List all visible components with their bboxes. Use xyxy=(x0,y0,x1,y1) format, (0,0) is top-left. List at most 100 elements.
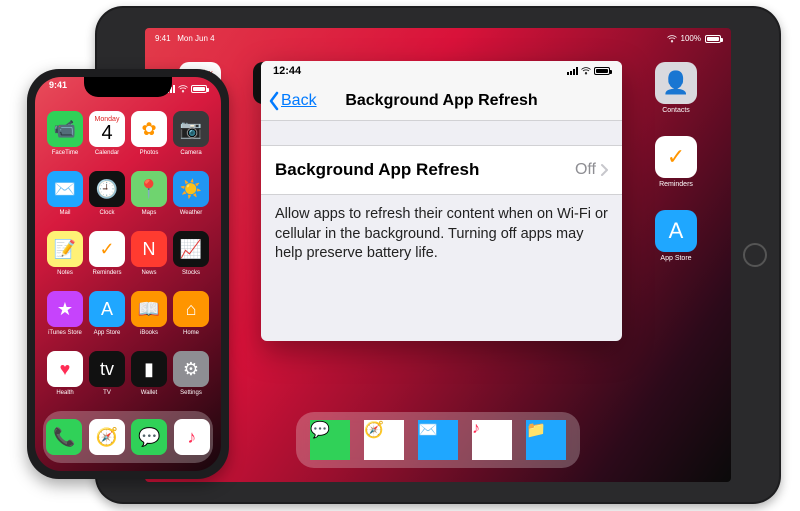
app-calendar[interactable]: Monday4 Calendar xyxy=(87,111,127,165)
app-label: Calendar xyxy=(95,150,119,156)
row-label: Background App Refresh xyxy=(275,160,479,180)
app-facetime[interactable]: 📹FaceTime xyxy=(45,111,85,165)
app-label: iBooks xyxy=(140,330,158,336)
app-contacts[interactable]: 👤 Contacts xyxy=(647,62,705,126)
app-label: Home xyxy=(183,330,199,336)
dock-app[interactable]: 💬 xyxy=(310,420,350,460)
app-ibooks[interactable]: 📖 iBooks xyxy=(129,291,169,345)
app-tile: ♥ xyxy=(47,351,83,387)
app-label: Settings xyxy=(180,390,202,396)
setting-description: Allow apps to refresh their content when… xyxy=(261,195,622,274)
ipad-status-left: 9:41 Mon Jun 4 xyxy=(155,34,215,43)
app-tv[interactable]: tvTV xyxy=(87,351,127,405)
dock-app[interactable]: 🧭 xyxy=(89,419,125,455)
ipad-app-grid-right: 👤 Contacts ✓Reminders A App Store xyxy=(647,62,705,274)
app-label: Mail xyxy=(59,210,70,216)
app-tile: ✉️ xyxy=(47,171,83,207)
background-app-refresh-row[interactable]: Background App Refresh Off xyxy=(261,145,622,195)
iphone-screen: 9:41 📹FaceTimeMonday4 Calendar ✿Photos📷 Cam… xyxy=(35,77,221,471)
dock-app[interactable]: 💬 xyxy=(131,419,167,455)
app-wallet[interactable]: ▮ Wallet xyxy=(129,351,169,405)
app-health[interactable]: ♥ Health xyxy=(45,351,85,405)
app-tile: ⚙ xyxy=(173,351,209,387)
app-news[interactable]: N News xyxy=(129,231,169,285)
app-notes[interactable]: 📝 Notes xyxy=(45,231,85,285)
app-label: Contacts xyxy=(662,107,690,114)
app-label: App Store xyxy=(660,255,691,262)
app-settings[interactable]: ⚙ Settings xyxy=(171,351,211,405)
back-label: Back xyxy=(281,92,317,110)
app-tile: A xyxy=(655,210,697,252)
app-clock[interactable]: 🕘 Clock xyxy=(87,171,127,225)
app-label: FaceTime xyxy=(52,150,78,156)
settings-popover: 12:44 Back Background App Refresh Backgr… xyxy=(261,61,622,341)
ipad-status-bar: 9:41 Mon Jun 4 100% xyxy=(145,28,731,46)
app-tile: 📍 xyxy=(131,171,167,207)
app-label: App Store xyxy=(94,330,121,336)
app-app-store[interactable]: A App Store xyxy=(87,291,127,345)
ipad-date: Mon Jun 4 xyxy=(177,34,214,43)
row-value: Off xyxy=(575,161,596,179)
popover-time: 12:44 xyxy=(273,65,301,77)
app-tile: A xyxy=(89,291,125,327)
app-label: Maps xyxy=(142,210,157,216)
app-tile: 👤 xyxy=(655,62,697,104)
app-home[interactable]: ⌂ Home xyxy=(171,291,211,345)
app-tile: 📷 xyxy=(173,111,209,147)
app-tile: 📈 xyxy=(173,231,209,267)
dock-app[interactable]: 📁 xyxy=(526,420,566,460)
row-value-container: Off xyxy=(575,161,608,179)
app-stocks[interactable]: 📈 Stocks xyxy=(171,231,211,285)
app-label: Wallet xyxy=(141,390,157,396)
app-tile: N xyxy=(131,231,167,267)
app-label: Notes xyxy=(57,270,73,276)
iphone-dock: 📞🧭💬♪ xyxy=(43,411,213,463)
app-label: Stocks xyxy=(182,270,200,276)
app-tile: Monday4 xyxy=(89,111,125,147)
app-tile: 🕘 xyxy=(89,171,125,207)
app-camera[interactable]: 📷 Camera xyxy=(171,111,211,165)
app-reminders[interactable]: ✓Reminders xyxy=(87,231,127,285)
dock-app[interactable]: 📞 xyxy=(46,419,82,455)
ipad-dock: 💬 🧭 ✉️ ♪ 📁 xyxy=(296,412,580,468)
iphone-time: 9:41 xyxy=(49,80,67,98)
app-itunes-store[interactable]: ★ iTunes Store xyxy=(45,291,85,345)
back-button[interactable]: Back xyxy=(261,91,317,111)
dock-app[interactable]: ✉️ xyxy=(418,420,458,460)
dock-app[interactable]: ♪ xyxy=(174,419,210,455)
app-label: News xyxy=(141,270,156,276)
app-photos[interactable]: ✿Photos xyxy=(129,111,169,165)
app-label: Clock xyxy=(99,210,114,216)
app-tile: ⌂ xyxy=(173,291,209,327)
dock-app[interactable]: 🧭 xyxy=(364,420,404,460)
app-label: TV xyxy=(103,390,111,396)
nav-bar: Back Background App Refresh xyxy=(261,81,622,121)
dock-app[interactable]: ♪ xyxy=(472,420,512,460)
app-tile: ★ xyxy=(47,291,83,327)
app-label: iTunes Store xyxy=(48,330,82,336)
app-tile: 📝 xyxy=(47,231,83,267)
battery-icon xyxy=(191,85,207,93)
app-tile: ☀️ xyxy=(173,171,209,207)
popover-status-bar: 12:44 xyxy=(261,61,622,81)
app-reminders[interactable]: ✓Reminders xyxy=(647,136,705,200)
app-tile: ▮ xyxy=(131,351,167,387)
ipad-time: 9:41 xyxy=(155,34,171,43)
app-label: Camera xyxy=(180,150,201,156)
app-mail[interactable]: ✉️ Mail xyxy=(45,171,85,225)
ipad-home-button[interactable] xyxy=(743,243,767,267)
ipad-battery-pct: 100% xyxy=(681,34,701,43)
iphone-app-grid: 📹FaceTimeMonday4 Calendar ✿Photos📷 Camera ✉️… xyxy=(45,111,211,405)
app-label: Photos xyxy=(140,150,159,156)
app-maps[interactable]: 📍 Maps xyxy=(129,171,169,225)
app-app-store[interactable]: A App Store xyxy=(647,210,705,274)
app-weather[interactable]: ☀️Weather xyxy=(171,171,211,225)
app-tile: 📖 xyxy=(131,291,167,327)
wifi-icon xyxy=(667,35,677,43)
iphone-device: 9:41 📹FaceTimeMonday4 Calendar ✿Photos📷 Cam… xyxy=(27,69,229,479)
battery-icon xyxy=(594,67,610,75)
iphone-notch xyxy=(84,77,172,97)
app-label: Reminders xyxy=(659,181,693,188)
app-label: Health xyxy=(56,390,73,396)
chevron-right-icon xyxy=(600,163,608,177)
